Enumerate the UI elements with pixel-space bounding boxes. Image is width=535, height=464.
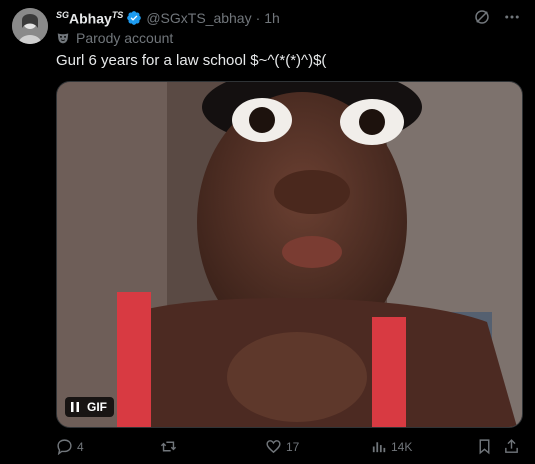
- tweet-top-actions: [473, 8, 521, 26]
- more-icon[interactable]: [503, 8, 521, 26]
- share-icon: [503, 438, 520, 455]
- retweet-icon: [160, 438, 177, 455]
- tweet-text: Gurl 6 years for a law school $~^(*(*)^)…: [56, 52, 327, 69]
- parody-text: Parody account: [76, 30, 174, 46]
- view-count: 14K: [391, 439, 413, 454]
- views-icon: [370, 438, 387, 455]
- tweet-media-gif[interactable]: GIF: [56, 81, 523, 428]
- author-handle[interactable]: @SGxTS_abhay: [146, 10, 251, 26]
- retweet-button[interactable]: [160, 438, 181, 455]
- share-button[interactable]: [503, 438, 524, 455]
- verified-badge-icon: [126, 10, 142, 26]
- avatar[interactable]: [12, 8, 48, 44]
- bookmark-icon: [476, 438, 493, 455]
- grok-icon[interactable]: [473, 8, 491, 26]
- pause-icon[interactable]: [71, 402, 79, 412]
- reply-icon: [56, 438, 73, 456]
- gif-label: GIF: [87, 400, 107, 414]
- timestamp[interactable]: 1h: [264, 10, 280, 26]
- views-button[interactable]: 14K: [370, 438, 412, 455]
- like-button[interactable]: 17: [265, 438, 299, 455]
- bookmark-button[interactable]: [476, 438, 497, 455]
- reply-count: 4: [77, 439, 84, 454]
- separator-dot: ·: [255, 10, 261, 26]
- display-name[interactable]: SGAbhayTS: [56, 10, 123, 27]
- like-count: 17: [286, 439, 300, 454]
- parody-label: Parody account: [56, 30, 173, 46]
- tweet[interactable]: SGAbhayTS @SGxTS_abhay · 1h Parody accou…: [0, 0, 535, 464]
- tweet-actions: 4 17 14K: [56, 438, 521, 458]
- parody-mask-icon: [56, 31, 70, 45]
- reply-button[interactable]: 4: [56, 438, 84, 456]
- like-icon: [265, 438, 282, 455]
- tweet-header: SGAbhayTS @SGxTS_abhay · 1h: [56, 8, 280, 28]
- gif-badge[interactable]: GIF: [65, 397, 114, 417]
